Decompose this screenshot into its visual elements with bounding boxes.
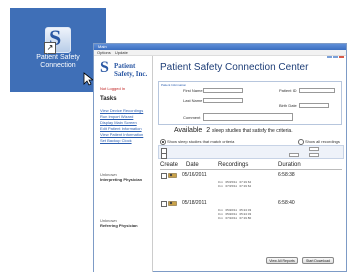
row-date: 05/18/2011 xyxy=(182,200,207,206)
row-select-checkbox[interactable] xyxy=(161,173,167,179)
app-window: Main Options Update S Patient Safety, In… xyxy=(93,43,347,272)
table-row[interactable]: 05/16/2011 6:58:38 0 m 05/15/11 07:19 62… xyxy=(160,172,342,198)
task-display-main-screen[interactable]: Display Main Screen xyxy=(100,120,137,125)
patient-information-panel: Patient Information First Name Patient I… xyxy=(158,81,342,125)
desktop-icon-label-line1[interactable]: Patient Safety xyxy=(32,54,84,62)
row-recording-details: 0 m 05/15/11 07:19 62 0 m 07/15/11 07:19… xyxy=(218,180,252,188)
criteria-filter-panel xyxy=(158,145,344,159)
interpreting-physician: Unknown Interpreting Physician xyxy=(100,172,148,182)
menu-item-update[interactable]: Update xyxy=(115,50,128,55)
panel-caption: Patient Information xyxy=(161,83,187,87)
mouse-cursor-icon xyxy=(83,72,93,86)
available-summary: Available 2 xyxy=(174,127,214,134)
sidebar: S Patient Safety, Inc. Not Logged In Tas… xyxy=(94,56,153,272)
column-duration[interactable]: Duration xyxy=(278,162,301,168)
task-run-import-wizard[interactable]: Run Import Wizard xyxy=(100,114,133,119)
task-view-device-recordings[interactable]: View Device Recordings xyxy=(100,108,143,113)
view-all-reports-button[interactable]: View All Reports xyxy=(266,257,298,264)
filter-checkbox-2[interactable] xyxy=(161,153,167,159)
table-row[interactable]: 05/18/2011 6:58:40 0 m 05/20/11 05:24 03… xyxy=(160,200,342,230)
patient-safety-app-icon[interactable]: S ↗ xyxy=(44,26,71,54)
patient-id-field[interactable] xyxy=(299,88,335,93)
start-download-button[interactable]: Start Download xyxy=(302,257,334,264)
menu-item-options[interactable]: Options xyxy=(97,50,111,55)
available-label: Available xyxy=(174,127,203,134)
filter-days-field[interactable] xyxy=(309,147,319,151)
referring-physician: Unknown Referring Physician xyxy=(100,218,138,228)
page-title: Patient Safety Connection Center xyxy=(160,62,309,73)
available-count: 2 xyxy=(206,127,211,134)
show-all-label: Show all recordings xyxy=(305,139,340,145)
column-date[interactable]: Date xyxy=(186,162,199,168)
row-duration: 6:58:38 xyxy=(278,172,295,178)
patient-id-label: Patient ID xyxy=(279,88,297,93)
last-name-label: Last Name xyxy=(183,98,203,103)
comment-field[interactable] xyxy=(203,113,293,121)
first-name-field[interactable] xyxy=(203,88,243,93)
recordings-table-header: Create Date Recordings Duration xyxy=(160,162,342,170)
filter-hours-field[interactable] xyxy=(289,153,299,157)
interpreting-physician-label: Interpreting Physician xyxy=(100,177,143,182)
column-recordings[interactable]: Recordings xyxy=(218,162,248,168)
row-select-checkbox[interactable] xyxy=(161,201,167,207)
desktop-area: S ↗ Patient Safety Connection xyxy=(10,8,106,92)
first-name-label: First Name xyxy=(183,88,203,93)
login-status[interactable]: Not Logged In xyxy=(100,86,125,91)
study-icon xyxy=(168,173,177,178)
company-logo-icon: S xyxy=(100,59,109,76)
logo-text-line2: Safety, Inc. xyxy=(114,70,148,78)
filter-minutes-field[interactable] xyxy=(309,153,319,157)
desktop-icon-label-line2[interactable]: Connection xyxy=(32,62,84,70)
shortcut-arrow-icon: ↗ xyxy=(44,42,56,54)
show-matching-label: Show sleep studies that match criteria xyxy=(167,139,235,145)
column-create[interactable]: Create xyxy=(160,162,178,168)
birth-date-label: Birth Date xyxy=(279,103,297,108)
study-icon xyxy=(168,201,177,206)
last-name-field[interactable] xyxy=(203,98,243,103)
row-duration: 6:58:40 xyxy=(278,200,295,206)
referring-physician-label: Referring Physician xyxy=(100,223,138,228)
row-recording-details: 0 m 05/20/11 05:24 03 0 m 05/20/11 05:24… xyxy=(218,208,252,220)
birth-date-field[interactable] xyxy=(299,103,329,108)
available-description: sleep studies that satisfy the criteria. xyxy=(212,128,293,134)
task-edit-patient-information[interactable]: Edit Patient Information xyxy=(100,126,142,131)
tasks-heading: Tasks xyxy=(100,96,117,102)
row-date: 05/16/2011 xyxy=(182,172,207,178)
logo-text-line1: Patient xyxy=(114,62,136,70)
comment-label: Comment xyxy=(183,115,201,120)
task-set-backup-clock[interactable]: Set Backup Clock xyxy=(100,138,132,143)
task-view-patient-information[interactable]: View Patient Information xyxy=(100,132,143,137)
